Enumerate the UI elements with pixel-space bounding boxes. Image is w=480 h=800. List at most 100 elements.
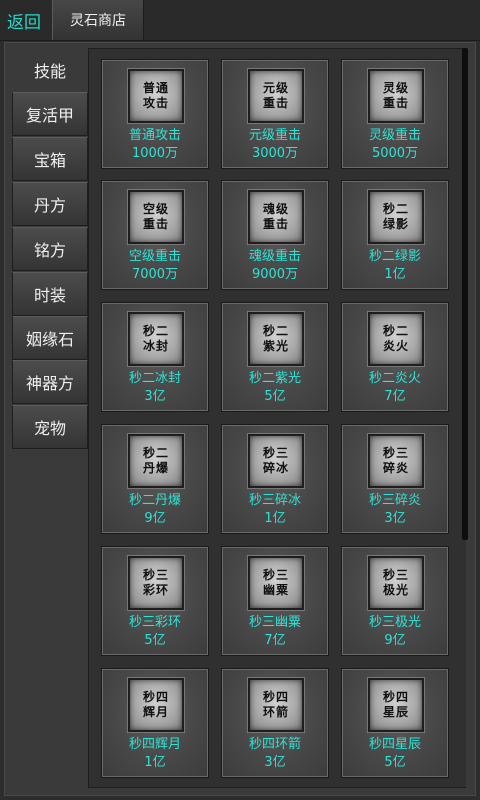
skill-icon: 元级 重击 xyxy=(248,69,304,123)
skill-icon: 秒二 绿影 xyxy=(368,190,424,244)
sidebar-item-revive-armor[interactable]: 复活甲 xyxy=(12,92,88,136)
shop-item-card[interactable]: 秒三 极光 秒三极光 9亿 xyxy=(341,546,449,656)
scrollbar[interactable] xyxy=(462,48,468,540)
shop-item-card[interactable]: 秒二 冰封 秒二冰封 3亿 xyxy=(101,302,209,412)
back-button[interactable]: 返回 xyxy=(0,0,48,40)
shop-item-card[interactable]: 秒三 幽粟 秒三幽粟 7亿 xyxy=(221,546,329,656)
item-price: 1000万 xyxy=(131,146,179,161)
sidebar-item-pet[interactable]: 宠物 xyxy=(12,405,88,449)
icon-text-line1: 秒二 xyxy=(142,324,169,338)
item-price: 3亿 xyxy=(384,511,406,526)
shop-item-card[interactable]: 灵级 重击 灵级重击 5000万 xyxy=(341,59,449,169)
icon-text-line2: 环箭 xyxy=(262,705,289,719)
skill-icon: 秒二 冰封 xyxy=(128,312,184,366)
shop-item-card[interactable]: 秒四 辉月 秒四辉月 1亿 xyxy=(101,668,209,778)
item-name: 灵级重击 xyxy=(368,128,421,143)
item-price: 1亿 xyxy=(144,755,166,770)
item-price: 1亿 xyxy=(384,267,406,282)
icon-text-line2: 重击 xyxy=(262,96,289,110)
item-price: 7000万 xyxy=(131,267,179,282)
shop-item-card[interactable]: 秒二 丹爆 秒二丹爆 9亿 xyxy=(101,424,209,534)
item-price: 3亿 xyxy=(264,755,286,770)
item-name: 秒二冰封 xyxy=(128,371,181,386)
item-name: 秒三极光 xyxy=(368,615,421,630)
icon-text-line2: 重击 xyxy=(262,217,289,231)
shop-item-card[interactable]: 普通 攻击 普通攻击 1000万 xyxy=(101,59,209,169)
shop-item-card[interactable]: 秒四 星辰 秒四星辰 5亿 xyxy=(341,668,449,778)
icon-text-line2: 星辰 xyxy=(382,705,409,719)
icon-text-line2: 辉月 xyxy=(142,705,169,719)
sidebar-item-skills[interactable]: 技能 xyxy=(12,48,88,92)
skill-icon: 秒二 炎火 xyxy=(368,312,424,366)
icon-text-line2: 幽粟 xyxy=(262,583,289,597)
skill-icon: 秒四 辉月 xyxy=(128,678,184,732)
icon-text-line2: 炎火 xyxy=(382,339,409,353)
shop-item-card[interactable]: 秒三 碎炎 秒三碎炎 3亿 xyxy=(341,424,449,534)
skill-icon: 秒三 碎炎 xyxy=(368,434,424,488)
icon-text-line2: 彩环 xyxy=(142,583,169,597)
icon-text-line2: 攻击 xyxy=(142,96,169,110)
top-bar: 返回 灵石商店 xyxy=(0,0,480,41)
item-price: 9亿 xyxy=(144,511,166,526)
icon-text-line1: 秒三 xyxy=(382,446,409,460)
icon-text-line2: 紫光 xyxy=(262,339,289,353)
icon-text-line2: 碎炎 xyxy=(382,461,409,475)
skill-icon: 秒三 极光 xyxy=(368,556,424,610)
item-price: 1亿 xyxy=(264,511,286,526)
item-name: 秒三碎冰 xyxy=(248,493,301,508)
icon-text-line2: 丹爆 xyxy=(142,461,169,475)
item-name: 秒三幽粟 xyxy=(248,615,301,630)
icon-text-line1: 秒三 xyxy=(142,568,169,582)
icon-text-line1: 秒四 xyxy=(142,690,169,704)
item-name: 秒三彩环 xyxy=(128,615,181,630)
sidebar-item-pill-recipe[interactable]: 丹方 xyxy=(12,182,88,226)
skill-icon: 魂级 重击 xyxy=(248,190,304,244)
skill-icon: 秒四 星辰 xyxy=(368,678,424,732)
shop-item-card[interactable]: 秒二 紫光 秒二紫光 5亿 xyxy=(221,302,329,412)
shop-item-card[interactable]: 魂级 重击 魂级重击 9000万 xyxy=(221,180,329,290)
icon-text-line2: 极光 xyxy=(382,583,409,597)
shop-item-card[interactable]: 秒四 环箭 秒四环箭 3亿 xyxy=(221,668,329,778)
icon-text-line2: 重击 xyxy=(142,217,169,231)
skill-icon: 灵级 重击 xyxy=(368,69,424,123)
icon-text-line1: 秒三 xyxy=(382,568,409,582)
item-name: 魂级重击 xyxy=(248,249,301,264)
tab-spirit-stone-shop[interactable]: 灵石商店 xyxy=(52,0,144,40)
shop-item-card[interactable]: 元级 重击 元级重击 3000万 xyxy=(221,59,329,169)
skill-icon: 秒三 碎冰 xyxy=(248,434,304,488)
icon-text-line1: 魂级 xyxy=(262,202,289,216)
item-name: 秒四星辰 xyxy=(368,737,421,752)
item-price: 3000万 xyxy=(251,146,299,161)
sidebar-item-inscription-recipe[interactable]: 铭方 xyxy=(12,227,88,271)
skill-icon: 空级 重击 xyxy=(128,190,184,244)
shop-item-card[interactable]: 秒二 绿影 秒二绿影 1亿 xyxy=(341,180,449,290)
icon-text-line1: 元级 xyxy=(262,81,289,95)
item-name: 秒二绿影 xyxy=(368,249,421,264)
skill-icon: 秒四 环箭 xyxy=(248,678,304,732)
sidebar-item-artifact-recipe[interactable]: 神器方 xyxy=(12,360,88,404)
icon-text-line2: 绿影 xyxy=(382,217,409,231)
skill-icon: 秒三 彩环 xyxy=(128,556,184,610)
shop-item-card[interactable]: 秒二 炎火 秒二炎火 7亿 xyxy=(341,302,449,412)
item-name: 秒二紫光 xyxy=(248,371,301,386)
skill-icon: 秒二 丹爆 xyxy=(128,434,184,488)
item-name: 秒四辉月 xyxy=(128,737,181,752)
icon-text-line2: 冰封 xyxy=(142,339,169,353)
icon-text-line1: 秒三 xyxy=(262,568,289,582)
icon-text-line1: 普通 xyxy=(142,81,169,95)
icon-text-line1: 秒四 xyxy=(382,690,409,704)
item-price: 5亿 xyxy=(264,389,286,404)
shop-item-card[interactable]: 秒三 碎冰 秒三碎冰 1亿 xyxy=(221,424,329,534)
sidebar-item-marriage-stone[interactable]: 姻缘石 xyxy=(12,316,88,360)
sidebar-item-treasure-chest[interactable]: 宝箱 xyxy=(12,137,88,181)
sidebar-item-fashion[interactable]: 时装 xyxy=(12,272,88,316)
item-name: 元级重击 xyxy=(248,128,301,143)
icon-text-line1: 秒四 xyxy=(262,690,289,704)
shop-item-card[interactable]: 空级 重击 空级重击 7000万 xyxy=(101,180,209,290)
icon-text-line1: 秒三 xyxy=(262,446,289,460)
item-name: 普通攻击 xyxy=(128,128,181,143)
shop-item-card[interactable]: 秒三 彩环 秒三彩环 5亿 xyxy=(101,546,209,656)
icon-text-line2: 重击 xyxy=(382,96,409,110)
skill-icon: 秒三 幽粟 xyxy=(248,556,304,610)
icon-text-line1: 灵级 xyxy=(382,81,409,95)
